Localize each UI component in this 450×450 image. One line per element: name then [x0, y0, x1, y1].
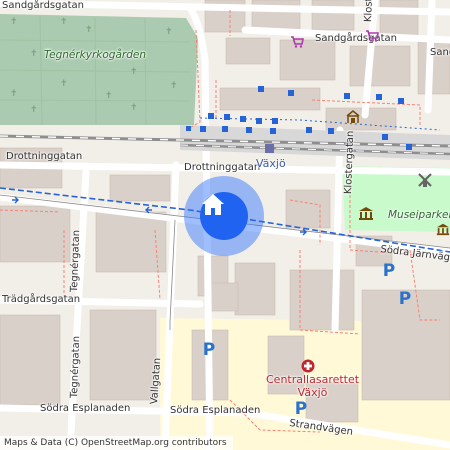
- street-label-drottninggatan-e: Drottninggatan: [184, 162, 261, 173]
- svg-text:✝: ✝: [85, 25, 93, 35]
- parking-icon: P: [294, 399, 308, 419]
- windmill-icon: [418, 173, 432, 187]
- street-label-sodra-esplanaden-e: Södra Esplanaden: [170, 405, 261, 416]
- svg-text:✝: ✝: [60, 17, 68, 27]
- shop-icon: [366, 30, 379, 42]
- museum-icon: [436, 223, 450, 236]
- svg-text:✝: ✝: [10, 17, 18, 27]
- map-attribution[interactable]: Maps & Data (C) OpenStreetMap.org contri…: [0, 436, 233, 450]
- hospital-label-line1: Centrallasarettet: [266, 373, 360, 386]
- location-marker[interactable]: [200, 192, 248, 240]
- street-label-tradgardsgatan: Trädgårdsgatan: [2, 294, 81, 305]
- parking-icon: P: [382, 261, 396, 281]
- museiparken-area: [342, 166, 450, 232]
- svg-text:✝: ✝: [165, 27, 173, 37]
- parking-icon: P: [398, 289, 412, 309]
- street-label-sandgardsgatan-e: Sandgå: [430, 47, 450, 58]
- home-icon: [202, 194, 224, 215]
- cemetery-label: Tegnérkyrkogården: [44, 49, 146, 61]
- parking-icon: P: [202, 340, 216, 360]
- svg-text:✝: ✝: [60, 79, 68, 89]
- station-icon: [346, 110, 360, 123]
- svg-text:✝: ✝: [130, 67, 138, 77]
- map-view[interactable]: ✝ ✝ ✝ ✝ ✝ ✝ ✝ ✝ ✝ ✝ ✝ ✝ Sandgårdsgatan S…: [0, 0, 450, 450]
- hospital-label-line2: Växjö: [297, 385, 328, 399]
- museum-icon: [359, 207, 373, 220]
- svg-text:✝: ✝: [105, 91, 113, 101]
- station-label: Växjö: [256, 157, 286, 170]
- street-label-sandgardsgatan-nw: Sandgårdsgatan: [2, 0, 84, 11]
- svg-text:✝: ✝: [130, 103, 138, 113]
- hospital-label: Centrallasarettet Växjö: [266, 373, 360, 399]
- svg-text:✝: ✝: [30, 49, 38, 59]
- svg-text:✝: ✝: [30, 105, 38, 115]
- svg-text:✝: ✝: [170, 81, 178, 91]
- street-label-klostergatan-top: Klosterg: [363, 0, 376, 23]
- museiparken-label: Museiparken: [388, 209, 450, 221]
- shop-icon: [291, 36, 304, 48]
- street-label-sodra-esplanaden-w: Södra Esplanaden: [40, 403, 131, 414]
- svg-text:✝: ✝: [10, 89, 18, 99]
- street-label-sandgardsgatan-ne: Sandgårdsgatan: [315, 33, 397, 44]
- hospital-icon: [301, 359, 315, 373]
- street-label-drottninggatan-w: Drottninggatan: [6, 151, 83, 162]
